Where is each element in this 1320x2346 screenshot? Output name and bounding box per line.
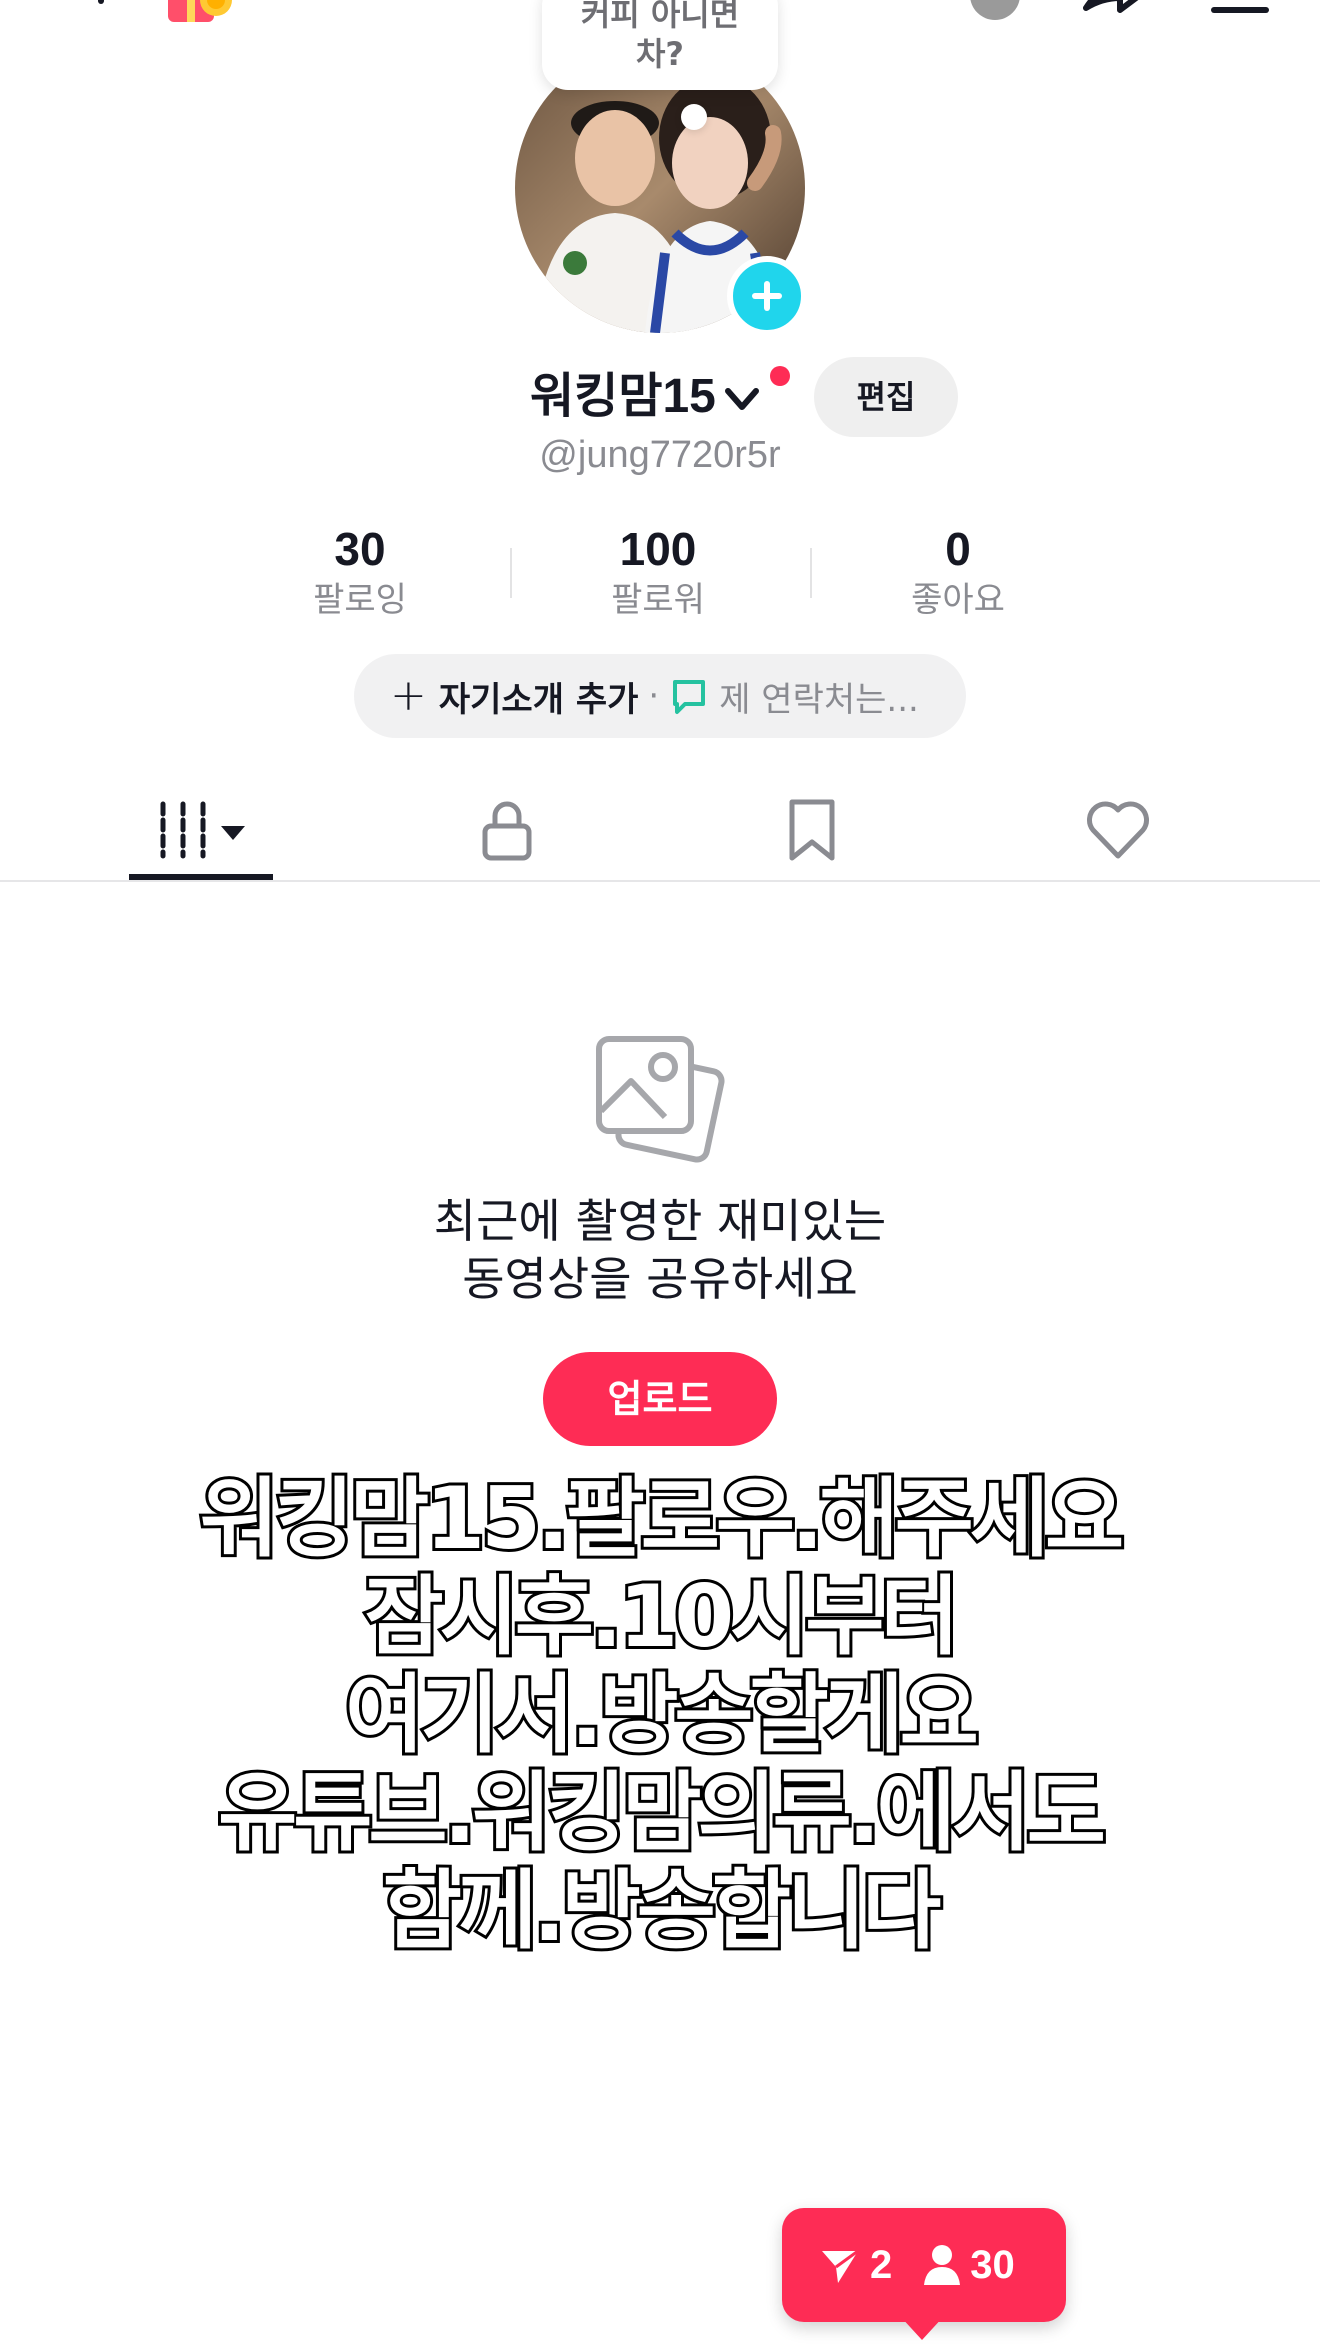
edit-profile-button[interactable]: 편집 <box>814 357 958 437</box>
tab-videos[interactable] <box>126 790 276 870</box>
display-name: 워킹맘15 <box>530 370 716 423</box>
active-tab-indicator <box>129 874 273 880</box>
thought-bubble-tail <box>681 104 707 130</box>
bookmark-icon <box>789 799 835 861</box>
stat-label: 팔로잉 <box>313 580 407 620</box>
stat-label: 팔로워 <box>611 580 705 620</box>
stat-divider <box>810 548 812 598</box>
stat-value: 30 <box>334 523 386 575</box>
stat-following[interactable]: 30 팔로잉 <box>240 520 480 622</box>
plus-icon: + <box>390 670 427 721</box>
chat-bubble-icon <box>673 680 706 714</box>
username: @jung7720r5r <box>539 434 781 476</box>
stat-value: 0 <box>945 523 971 575</box>
person-icon <box>924 2245 961 2285</box>
lock-icon <box>482 801 532 861</box>
videos-grid-icon <box>160 801 245 859</box>
followers-count: 30 <box>970 2242 1015 2287</box>
stat-likes[interactable]: 0 좋아요 <box>838 520 1078 622</box>
shares-count: 2 <box>870 2242 893 2287</box>
stat-divider <box>510 548 512 598</box>
tab-liked[interactable] <box>1043 790 1193 870</box>
thought-bubble-text: 커피 아니면 차? <box>580 0 740 73</box>
overlay-caption: 워킹맘15.팔로우.해주세요 잠시후.10시부터 여기서.방송할게요 유튜브.워… <box>197 1467 1127 1963</box>
photos-icon <box>596 1036 725 1163</box>
heart-icon <box>1087 801 1149 859</box>
notification-dot <box>770 366 790 386</box>
bio-separator: · <box>648 676 660 716</box>
gift-icon[interactable] <box>160 0 240 26</box>
add-avatar-plus-icon[interactable] <box>727 256 807 336</box>
contact-label: 제 연락처는... <box>719 679 919 720</box>
stat-followers[interactable]: 100 팔로워 <box>538 520 778 622</box>
thought-bubble[interactable]: 커피 아니면 차? <box>542 0 778 90</box>
streak-counter[interactable]: 62 <box>960 0 1070 30</box>
menu-icon[interactable] <box>1210 0 1270 14</box>
empty-state-message: 최근에 촬영한 재미있는 동영상을 공유하세요 <box>433 1194 887 1306</box>
activity-pill[interactable]: 2 30 <box>782 2208 1066 2322</box>
streak-count: 62 <box>1016 0 1061 6</box>
tab-saved[interactable] <box>737 790 887 870</box>
share-icon[interactable] <box>1080 0 1150 22</box>
add-friend-icon[interactable] <box>40 0 120 20</box>
streak-icon <box>970 0 1020 20</box>
send-icon <box>822 2249 859 2283</box>
stat-label: 좋아요 <box>911 580 1005 620</box>
bio-pill[interactable]: + 자기소개 추가 · 제 연락처는... <box>354 654 966 738</box>
add-bio-label: 자기소개 추가 <box>438 679 639 720</box>
chevron-down-icon[interactable] <box>722 379 762 419</box>
activity-pill-tail <box>900 2316 944 2340</box>
profile-tabs <box>0 770 1320 882</box>
upload-button[interactable]: 업로드 <box>543 1352 777 1446</box>
tab-private[interactable] <box>432 790 582 870</box>
name-row[interactable]: 워킹맘15 <box>530 362 762 432</box>
stat-value: 100 <box>619 523 697 575</box>
